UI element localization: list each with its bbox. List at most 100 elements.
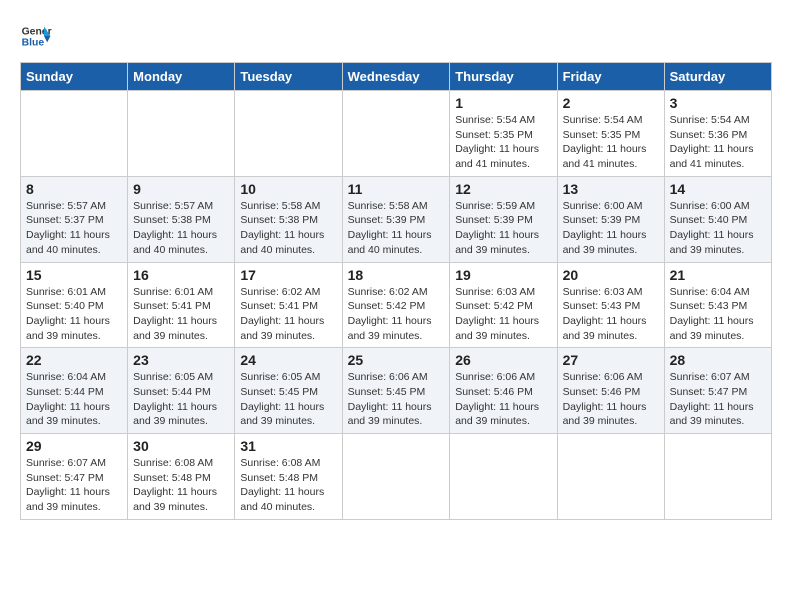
day-number: 29: [26, 438, 122, 454]
calendar-day-cell: [342, 434, 450, 520]
day-info: Sunrise: 6:01 AMSunset: 5:40 PMDaylight:…: [26, 285, 122, 344]
calendar-day-cell: 17 Sunrise: 6:02 AMSunset: 5:41 PMDaylig…: [235, 262, 342, 348]
day-info: Sunrise: 6:03 AMSunset: 5:42 PMDaylight:…: [455, 285, 551, 344]
day-number: 13: [563, 181, 659, 197]
calendar-day-cell: 19 Sunrise: 6:03 AMSunset: 5:42 PMDaylig…: [450, 262, 557, 348]
day-info: Sunrise: 6:05 AMSunset: 5:44 PMDaylight:…: [133, 370, 229, 429]
calendar-day-cell: 13 Sunrise: 6:00 AMSunset: 5:39 PMDaylig…: [557, 176, 664, 262]
day-number: 24: [240, 352, 336, 368]
day-number: 18: [348, 267, 445, 283]
day-number: 20: [563, 267, 659, 283]
calendar-week-row: 22 Sunrise: 6:04 AMSunset: 5:44 PMDaylig…: [21, 348, 772, 434]
calendar-day-cell: 22 Sunrise: 6:04 AMSunset: 5:44 PMDaylig…: [21, 348, 128, 434]
day-info: Sunrise: 6:00 AMSunset: 5:40 PMDaylight:…: [670, 199, 766, 258]
day-info: Sunrise: 6:00 AMSunset: 5:39 PMDaylight:…: [563, 199, 659, 258]
day-number: 26: [455, 352, 551, 368]
col-header-sunday: Sunday: [21, 63, 128, 91]
col-header-monday: Monday: [128, 63, 235, 91]
day-number: 25: [348, 352, 445, 368]
day-number: 2: [563, 95, 659, 111]
calendar-day-cell: [235, 91, 342, 177]
calendar-day-cell: 14 Sunrise: 6:00 AMSunset: 5:40 PMDaylig…: [664, 176, 771, 262]
day-info: Sunrise: 6:05 AMSunset: 5:45 PMDaylight:…: [240, 370, 336, 429]
day-info: Sunrise: 5:57 AMSunset: 5:38 PMDaylight:…: [133, 199, 229, 258]
calendar-day-cell: 28 Sunrise: 6:07 AMSunset: 5:47 PMDaylig…: [664, 348, 771, 434]
calendar-week-row: 15 Sunrise: 6:01 AMSunset: 5:40 PMDaylig…: [21, 262, 772, 348]
logo: General Blue: [20, 20, 52, 52]
calendar-day-cell: 31 Sunrise: 6:08 AMSunset: 5:48 PMDaylig…: [235, 434, 342, 520]
day-info: Sunrise: 6:06 AMSunset: 5:46 PMDaylight:…: [455, 370, 551, 429]
day-number: 22: [26, 352, 122, 368]
calendar-day-cell: [450, 434, 557, 520]
day-number: 12: [455, 181, 551, 197]
calendar-day-cell: [128, 91, 235, 177]
day-info: Sunrise: 6:07 AMSunset: 5:47 PMDaylight:…: [670, 370, 766, 429]
calendar-day-cell: [557, 434, 664, 520]
logo-icon: General Blue: [20, 20, 52, 52]
calendar-day-cell: 26 Sunrise: 6:06 AMSunset: 5:46 PMDaylig…: [450, 348, 557, 434]
day-info: Sunrise: 5:59 AMSunset: 5:39 PMDaylight:…: [455, 199, 551, 258]
col-header-thursday: Thursday: [450, 63, 557, 91]
calendar-day-cell: 12 Sunrise: 5:59 AMSunset: 5:39 PMDaylig…: [450, 176, 557, 262]
day-number: 14: [670, 181, 766, 197]
day-number: 9: [133, 181, 229, 197]
calendar-day-cell: 20 Sunrise: 6:03 AMSunset: 5:43 PMDaylig…: [557, 262, 664, 348]
calendar-day-cell: 24 Sunrise: 6:05 AMSunset: 5:45 PMDaylig…: [235, 348, 342, 434]
calendar-day-cell: 3 Sunrise: 5:54 AMSunset: 5:36 PMDayligh…: [664, 91, 771, 177]
calendar-day-cell: 25 Sunrise: 6:06 AMSunset: 5:45 PMDaylig…: [342, 348, 450, 434]
day-info: Sunrise: 6:02 AMSunset: 5:42 PMDaylight:…: [348, 285, 445, 344]
day-number: 17: [240, 267, 336, 283]
calendar-day-cell: 29 Sunrise: 6:07 AMSunset: 5:47 PMDaylig…: [21, 434, 128, 520]
day-number: 15: [26, 267, 122, 283]
day-info: Sunrise: 5:54 AMSunset: 5:35 PMDaylight:…: [563, 113, 659, 172]
col-header-saturday: Saturday: [664, 63, 771, 91]
col-header-wednesday: Wednesday: [342, 63, 450, 91]
calendar-table: SundayMondayTuesdayWednesdayThursdayFrid…: [20, 62, 772, 520]
day-number: 8: [26, 181, 122, 197]
calendar-week-row: 1 Sunrise: 5:54 AMSunset: 5:35 PMDayligh…: [21, 91, 772, 177]
day-number: 28: [670, 352, 766, 368]
day-info: Sunrise: 5:58 AMSunset: 5:39 PMDaylight:…: [348, 199, 445, 258]
page-header: General Blue: [20, 20, 772, 52]
col-header-friday: Friday: [557, 63, 664, 91]
day-number: 23: [133, 352, 229, 368]
day-number: 31: [240, 438, 336, 454]
day-info: Sunrise: 6:01 AMSunset: 5:41 PMDaylight:…: [133, 285, 229, 344]
day-info: Sunrise: 6:06 AMSunset: 5:45 PMDaylight:…: [348, 370, 445, 429]
day-number: 10: [240, 181, 336, 197]
day-info: Sunrise: 6:06 AMSunset: 5:46 PMDaylight:…: [563, 370, 659, 429]
calendar-day-cell: 18 Sunrise: 6:02 AMSunset: 5:42 PMDaylig…: [342, 262, 450, 348]
calendar-day-cell: 16 Sunrise: 6:01 AMSunset: 5:41 PMDaylig…: [128, 262, 235, 348]
calendar-header-row: SundayMondayTuesdayWednesdayThursdayFrid…: [21, 63, 772, 91]
day-number: 11: [348, 181, 445, 197]
calendar-day-cell: 1 Sunrise: 5:54 AMSunset: 5:35 PMDayligh…: [450, 91, 557, 177]
day-info: Sunrise: 5:57 AMSunset: 5:37 PMDaylight:…: [26, 199, 122, 258]
day-number: 3: [670, 95, 766, 111]
calendar-day-cell: 15 Sunrise: 6:01 AMSunset: 5:40 PMDaylig…: [21, 262, 128, 348]
day-number: 16: [133, 267, 229, 283]
calendar-week-row: 8 Sunrise: 5:57 AMSunset: 5:37 PMDayligh…: [21, 176, 772, 262]
day-info: Sunrise: 5:58 AMSunset: 5:38 PMDaylight:…: [240, 199, 336, 258]
calendar-day-cell: 9 Sunrise: 5:57 AMSunset: 5:38 PMDayligh…: [128, 176, 235, 262]
calendar-day-cell: [664, 434, 771, 520]
calendar-day-cell: 23 Sunrise: 6:05 AMSunset: 5:44 PMDaylig…: [128, 348, 235, 434]
calendar-week-row: 29 Sunrise: 6:07 AMSunset: 5:47 PMDaylig…: [21, 434, 772, 520]
day-info: Sunrise: 6:04 AMSunset: 5:43 PMDaylight:…: [670, 285, 766, 344]
calendar-day-cell: 10 Sunrise: 5:58 AMSunset: 5:38 PMDaylig…: [235, 176, 342, 262]
day-info: Sunrise: 6:04 AMSunset: 5:44 PMDaylight:…: [26, 370, 122, 429]
day-info: Sunrise: 5:54 AMSunset: 5:35 PMDaylight:…: [455, 113, 551, 172]
day-info: Sunrise: 6:07 AMSunset: 5:47 PMDaylight:…: [26, 456, 122, 515]
day-info: Sunrise: 6:02 AMSunset: 5:41 PMDaylight:…: [240, 285, 336, 344]
calendar-day-cell: 30 Sunrise: 6:08 AMSunset: 5:48 PMDaylig…: [128, 434, 235, 520]
day-info: Sunrise: 6:08 AMSunset: 5:48 PMDaylight:…: [133, 456, 229, 515]
calendar-day-cell: 2 Sunrise: 5:54 AMSunset: 5:35 PMDayligh…: [557, 91, 664, 177]
day-info: Sunrise: 6:03 AMSunset: 5:43 PMDaylight:…: [563, 285, 659, 344]
day-number: 30: [133, 438, 229, 454]
calendar-day-cell: 8 Sunrise: 5:57 AMSunset: 5:37 PMDayligh…: [21, 176, 128, 262]
calendar-day-cell: [21, 91, 128, 177]
calendar-day-cell: 21 Sunrise: 6:04 AMSunset: 5:43 PMDaylig…: [664, 262, 771, 348]
col-header-tuesday: Tuesday: [235, 63, 342, 91]
day-number: 1: [455, 95, 551, 111]
calendar-day-cell: 11 Sunrise: 5:58 AMSunset: 5:39 PMDaylig…: [342, 176, 450, 262]
day-info: Sunrise: 5:54 AMSunset: 5:36 PMDaylight:…: [670, 113, 766, 172]
